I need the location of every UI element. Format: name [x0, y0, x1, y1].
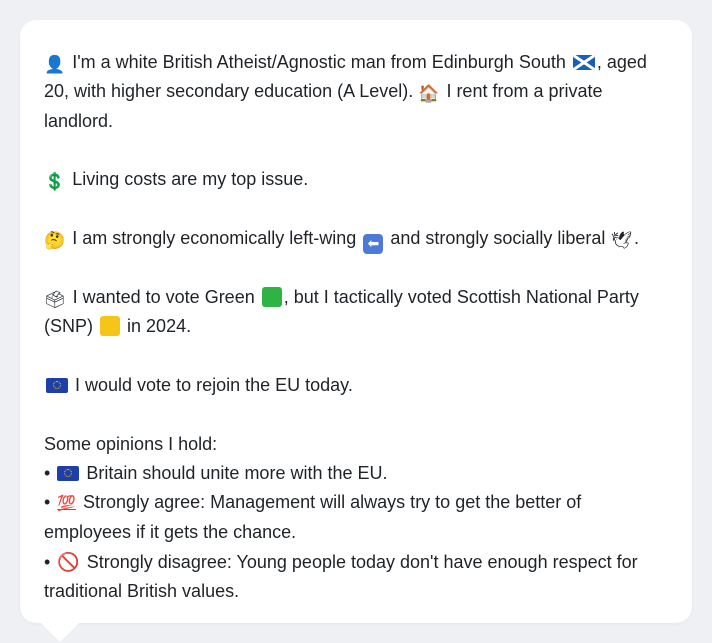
ballot-box-icon: 🗳: [44, 290, 66, 311]
eu-paragraph: I would vote to rejoin the EU today.: [44, 371, 668, 400]
eu-text: I would vote to rejoin the EU today.: [75, 374, 353, 395]
person-icon: 👤: [44, 55, 66, 75]
yellow-square-icon: [100, 316, 121, 337]
hundred-points-icon: 💯: [57, 494, 77, 513]
opinion-text: Strongly disagree: Young people today do…: [44, 551, 638, 602]
opinion-text: Strongly agree: Management will always t…: [44, 492, 582, 543]
position-text-3: .: [634, 227, 640, 248]
vote-paragraph: 🗳 I wanted to vote Green , but I tactica…: [44, 283, 668, 342]
vote-text-3: in 2024.: [127, 316, 192, 337]
eu-flag-icon: [46, 377, 68, 393]
position-paragraph: 🤔 I am strongly economically left-wing ⬅…: [44, 224, 668, 254]
eu-flag-icon: [57, 465, 80, 481]
opinion-item: • Britain should unite more with the EU.: [44, 459, 668, 488]
house-icon: 🏠: [418, 84, 440, 105]
profile-card: 👤 I'm a white British Atheist/Agnostic m…: [20, 20, 692, 623]
issue-paragraph: 💲 Living costs are my top issue.: [44, 165, 668, 194]
speech-bubble-tail: [40, 622, 80, 642]
dove-icon: 🕊: [610, 230, 633, 251]
issue-text: Living costs are my top issue.: [72, 169, 309, 190]
thinking-icon: 🤔: [44, 230, 66, 251]
position-text-1: I am strongly economically left-wing: [72, 227, 357, 248]
position-text-2: and strongly socially liberal: [390, 227, 606, 248]
intro-text-1: I'm a white British Atheist/Agnostic man…: [72, 52, 566, 72]
left-arrow-icon: ⬅: [363, 233, 384, 254]
bullet: •: [44, 551, 51, 572]
intro-paragraph: 👤 I'm a white British Atheist/Agnostic m…: [44, 48, 668, 136]
scotland-flag-icon: [572, 55, 595, 70]
opinion-item: • 🚫 Strongly disagree: Young people toda…: [44, 548, 668, 607]
opinion-item: • 💯 Strongly agree: Management will alwa…: [44, 488, 668, 548]
bullet: •: [44, 462, 51, 483]
dollar-icon: 💲: [44, 172, 66, 193]
bullet: •: [44, 492, 51, 513]
opinion-text: Britain should unite more with the EU.: [86, 462, 388, 483]
green-square-icon: [261, 287, 282, 308]
opinions-heading: Some opinions I hold:: [44, 433, 218, 454]
no-entry-icon: 🚫: [57, 551, 80, 573]
vote-text-1: I wanted to vote Green: [72, 287, 255, 308]
